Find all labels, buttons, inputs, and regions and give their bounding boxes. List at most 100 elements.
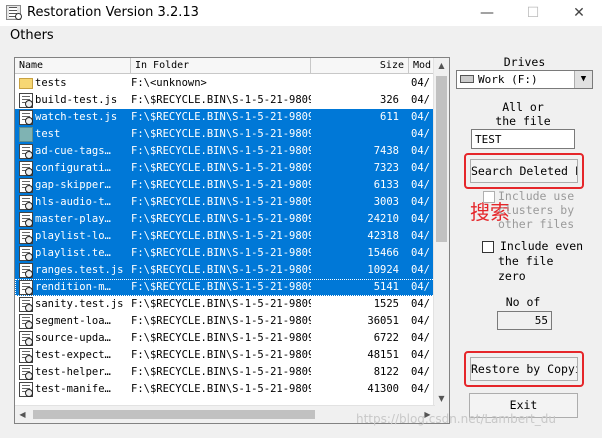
row-folder: F:\$RECYCLE.BIN\S-1-5-21-98092…: [131, 332, 311, 344]
row-name: gap-skipper…: [35, 179, 111, 191]
menu-others[interactable]: Others: [10, 28, 54, 43]
include-clusters-label-1: Include use: [498, 189, 575, 203]
row-size: 326: [380, 94, 399, 106]
the-file-label: the file: [495, 114, 551, 128]
row-size: 1525: [373, 298, 399, 310]
include-clusters-checkbox[interactable]: [483, 191, 495, 203]
table-row[interactable]: watch-test.js F:\$RECYCLE.BIN\S-1-5-21-98…: [15, 109, 435, 126]
row-size: 6722: [373, 332, 399, 344]
row-modified: 04/: [411, 366, 430, 378]
include-clusters-label-3: other files: [498, 217, 575, 231]
script-file-icon: [19, 178, 33, 193]
row-modified: 04/: [411, 349, 430, 361]
row-folder: F:\$RECYCLE.BIN\S-1-5-21-98092…: [131, 230, 311, 242]
column-header-size[interactable]: Size: [311, 58, 409, 74]
row-modified: 04/: [411, 77, 430, 89]
row-folder: F:\<unknown>: [131, 77, 207, 89]
row-folder: F:\$RECYCLE.BIN\S-1-5-21-98092…: [131, 94, 311, 106]
row-modified: 04/: [411, 298, 430, 310]
row-name: playlist-lo…: [35, 230, 111, 242]
table-row[interactable]: master-play… F:\$RECYCLE.BIN\S-1-5-21-980…: [15, 211, 435, 228]
all-or-label: All or: [502, 100, 544, 114]
table-row[interactable]: gap-skipper… F:\$RECYCLE.BIN\S-1-5-21-980…: [15, 177, 435, 194]
row-folder: F:\$RECYCLE.BIN\S-1-5-21-98092…: [131, 213, 311, 225]
row-size: 36051: [367, 315, 399, 327]
script-file-icon: [19, 365, 33, 380]
table-row[interactable]: segment-loa… F:\$RECYCLE.BIN\S-1-5-21-980…: [15, 313, 435, 330]
table-row[interactable]: rendition-m… F:\$RECYCLE.BIN\S-1-5-21-980…: [15, 279, 435, 296]
close-button[interactable]: ✕: [556, 0, 602, 26]
row-folder: F:\$RECYCLE.BIN\S-1-5-21-98092…: [131, 196, 311, 208]
table-row[interactable]: test-expect… F:\$RECYCLE.BIN\S-1-5-21-980…: [15, 347, 435, 364]
table-row[interactable]: playlist-lo… F:\$RECYCLE.BIN\S-1-5-21-980…: [15, 228, 435, 245]
row-folder: F:\$RECYCLE.BIN\S-1-5-21-98092…: [131, 281, 311, 293]
scroll-up-arrow-icon[interactable]: ▲: [434, 58, 449, 73]
row-modified: 04/: [411, 315, 430, 327]
row-size: 8122: [373, 366, 399, 378]
table-row[interactable]: build-test.js F:\$RECYCLE.BIN\S-1-5-21-98…: [15, 92, 435, 109]
deleted-files-list[interactable]: Name In Folder Size Mod tests F:\<unknown…: [14, 57, 450, 424]
row-name: tests: [35, 77, 67, 89]
table-row[interactable]: tests F:\<unknown> 04/: [15, 75, 435, 92]
highlight-box-search: [464, 153, 584, 189]
script-file-icon: [19, 331, 33, 346]
scroll-left-arrow-icon[interactable]: ◀: [15, 407, 30, 422]
column-header-folder[interactable]: In Folder: [131, 58, 311, 74]
drives-label: Drives: [503, 55, 546, 69]
include-zero-label-2: the file: [498, 254, 554, 268]
table-row[interactable]: test-manife… F:\$RECYCLE.BIN\S-1-5-21-980…: [15, 381, 435, 398]
script-file-icon: [19, 110, 33, 125]
row-modified: 04/: [411, 230, 430, 242]
script-file-icon: [19, 382, 33, 397]
drive-icon: [460, 75, 474, 83]
script-file-icon: [19, 144, 33, 159]
horizontal-scroll-thumb[interactable]: [33, 410, 315, 419]
maximize-button[interactable]: ☐: [510, 0, 556, 26]
row-size: 24210: [367, 213, 399, 225]
drive-select[interactable]: Work (F:) ▼: [456, 70, 593, 89]
table-row[interactable]: ranges.test.js F:\$RECYCLE.BIN\S-1-5-21-9…: [15, 262, 435, 279]
table-row[interactable]: ad-cue-tags… F:\$RECYCLE.BIN\S-1-5-21-980…: [15, 143, 435, 160]
row-folder: F:\$RECYCLE.BIN\S-1-5-21-98092…: [131, 128, 311, 140]
row-folder: F:\$RECYCLE.BIN\S-1-5-21-98092…: [131, 145, 311, 157]
row-size: 42318: [367, 230, 399, 242]
script-file-icon: [19, 195, 33, 210]
row-name: hls-audio-t…: [35, 196, 111, 208]
vertical-scroll-thumb[interactable]: [436, 76, 447, 242]
row-modified: 04/: [411, 213, 430, 225]
include-zero-checkbox[interactable]: [482, 241, 494, 253]
row-folder: F:\$RECYCLE.BIN\S-1-5-21-98092…: [131, 111, 311, 123]
vertical-scrollbar[interactable]: ▲ ▼: [433, 58, 449, 406]
row-folder: F:\$RECYCLE.BIN\S-1-5-21-98092…: [131, 298, 311, 310]
row-modified: 04/: [411, 332, 430, 344]
table-row[interactable]: hls-audio-t… F:\$RECYCLE.BIN\S-1-5-21-980…: [15, 194, 435, 211]
row-modified: 04/: [411, 383, 430, 395]
row-size: 48151: [367, 349, 399, 361]
table-row[interactable]: configurati… F:\$RECYCLE.BIN\S-1-5-21-980…: [15, 160, 435, 177]
row-name: ad-cue-tags…: [35, 145, 111, 157]
row-modified: 04/: [411, 94, 430, 106]
table-row[interactable]: test-helper… F:\$RECYCLE.BIN\S-1-5-21-980…: [15, 364, 435, 381]
row-size: 15466: [367, 247, 399, 259]
include-zero-label-3: zero: [498, 269, 526, 283]
column-header-name[interactable]: Name: [15, 58, 131, 74]
table-row[interactable]: sanity.test.js F:\$RECYCLE.BIN\S-1-5-21-9…: [15, 296, 435, 313]
found-count: 55: [497, 311, 552, 330]
chevron-down-icon[interactable]: ▼: [574, 71, 592, 88]
row-folder: F:\$RECYCLE.BIN\S-1-5-21-98092…: [131, 247, 311, 259]
row-folder: F:\$RECYCLE.BIN\S-1-5-21-98092…: [131, 349, 311, 361]
row-modified: 04/: [411, 196, 430, 208]
script-file-icon: [19, 314, 33, 329]
minimize-button[interactable]: —: [464, 0, 510, 26]
table-row[interactable]: playlist.te… F:\$RECYCLE.BIN\S-1-5-21-980…: [15, 245, 435, 262]
scroll-down-arrow-icon[interactable]: ▼: [434, 391, 449, 406]
row-modified: 04/: [411, 111, 430, 123]
table-row[interactable]: source-upda… F:\$RECYCLE.BIN\S-1-5-21-980…: [15, 330, 435, 347]
column-header-modified[interactable]: Mod: [409, 58, 435, 74]
row-name: segment-loa…: [35, 315, 111, 327]
row-size: 5141: [373, 281, 399, 293]
table-row[interactable]: test F:\$RECYCLE.BIN\S-1-5-21-98092… 04/: [15, 126, 435, 143]
row-modified: 04/: [411, 162, 430, 174]
search-input[interactable]: [471, 129, 575, 149]
row-name: ranges.test.js: [35, 264, 124, 276]
